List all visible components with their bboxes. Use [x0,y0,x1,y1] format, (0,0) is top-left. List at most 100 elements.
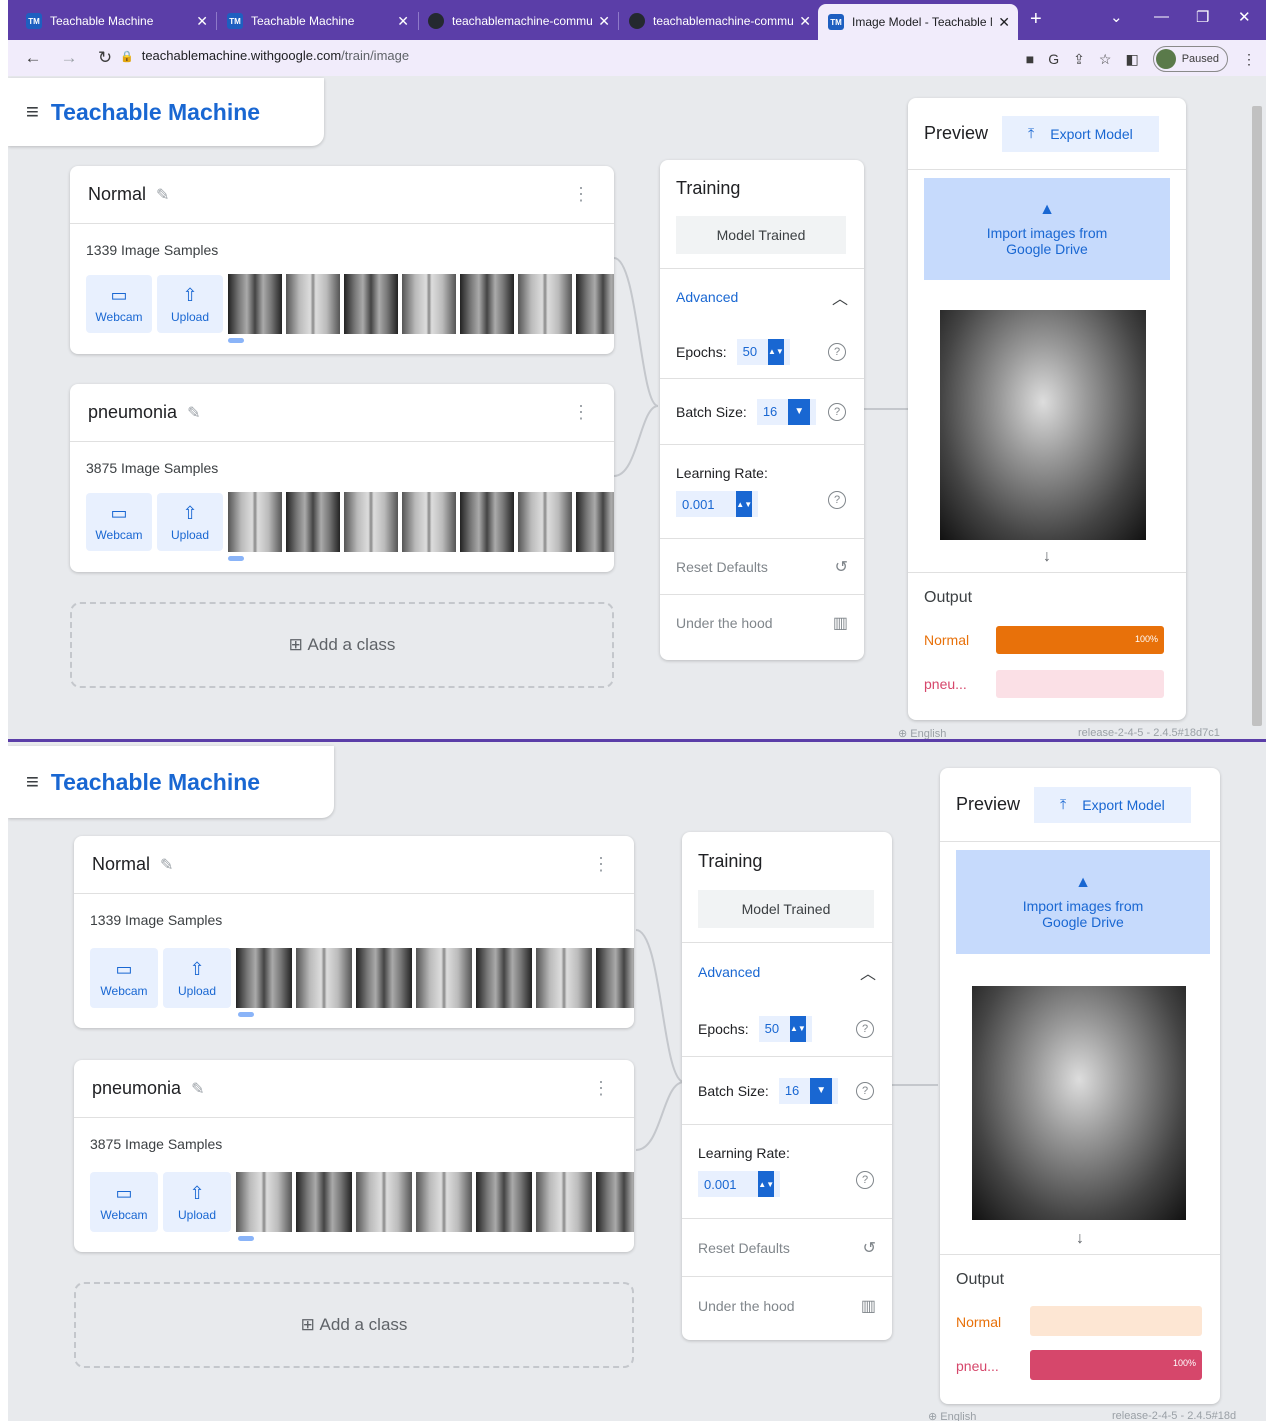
stepper-icon[interactable]: ▲▼ [758,1171,775,1197]
stepper-icon[interactable]: ▲▼ [767,338,784,365]
advanced-toggle[interactable]: Advanced ︿ [660,269,864,325]
hamburger-menu-icon[interactable]: ≡ [26,769,39,795]
forward-arrow-icon[interactable]: → [58,48,80,68]
xray-thumbnail[interactable] [576,274,614,334]
page-scrollbar[interactable] [1252,106,1262,726]
xray-thumbnail[interactable] [356,1172,412,1232]
reset-defaults-button[interactable]: Reset Defaults ↺ [660,539,864,595]
minimize-icon[interactable]: — [1154,8,1169,25]
close-tab-icon[interactable]: ✕ [397,13,409,30]
xray-thumbnail[interactable] [536,1172,592,1232]
webcam-button[interactable]: ▭ Webcam [90,948,158,1008]
class-name[interactable]: Normal [92,854,150,875]
more-options-icon[interactable]: ⋮ [592,1078,610,1099]
batch-size-select[interactable]: 16 ▼ [756,398,817,425]
train-model-button[interactable]: Model Trained [698,890,874,928]
epochs-input[interactable]: 50 ▲▼ [736,338,790,365]
xray-thumbnail[interactable] [228,274,282,334]
class-name[interactable]: pneumonia [92,1078,181,1099]
bookmark-star-icon[interactable]: ☆ [1099,51,1112,68]
xray-thumbnail[interactable] [236,1172,292,1232]
thumbnail-strip[interactable] [228,274,614,334]
xray-thumbnail[interactable] [576,492,614,552]
browser-tab[interactable]: TM Teachable Machine ✕ [16,6,216,36]
under-the-hood-button[interactable]: Under the hood ▥ [682,1277,892,1335]
add-class-button[interactable]: ⊞ Add a class [70,602,614,688]
xray-thumbnail[interactable] [518,492,572,552]
webcam-button[interactable]: ▭ Webcam [86,275,152,333]
upload-button[interactable]: ⇧ Upload [163,1172,231,1232]
more-options-icon[interactable]: ⋮ [572,184,590,205]
stepper-icon[interactable]: ▲▼ [789,1015,806,1042]
side-panel-icon[interactable]: ◧ [1125,51,1138,68]
batch-size-select[interactable]: 16 ▼ [778,1077,839,1104]
export-model-button[interactable]: ⤒ Export Model [1034,786,1191,823]
hamburger-menu-icon[interactable]: ≡ [26,99,39,125]
more-options-icon[interactable]: ⋮ [592,854,610,875]
xray-thumbnail[interactable] [536,948,592,1008]
edit-pencil-icon[interactable]: ✎ [187,403,200,423]
help-icon[interactable]: ? [828,491,846,509]
close-window-icon[interactable]: ✕ [1238,8,1251,26]
dropdown-arrow-icon[interactable]: ▼ [788,398,811,425]
xray-thumbnail[interactable] [460,274,514,334]
kebab-menu-icon[interactable]: ⋮ [1242,51,1256,68]
xray-thumbnail[interactable] [228,492,282,552]
xray-thumbnail[interactable] [286,274,340,334]
upload-button[interactable]: ⇧ Upload [163,948,231,1008]
xray-thumbnail[interactable] [460,492,514,552]
help-icon[interactable]: ? [856,1171,874,1189]
webcam-button[interactable]: ▭ Webcam [86,493,152,551]
thumbnail-scrollbar[interactable] [228,338,244,343]
reload-icon[interactable]: ↻ [94,48,116,68]
class-name[interactable]: pneumonia [88,402,177,423]
upload-button[interactable]: ⇧ Upload [157,275,223,333]
chevron-up-icon[interactable]: ︿ [860,960,876,984]
under-the-hood-button[interactable]: Under the hood ▥ [660,595,864,651]
webcam-button[interactable]: ▭ Webcam [90,1172,158,1232]
help-icon[interactable]: ? [828,402,846,421]
xray-thumbnail[interactable] [236,948,292,1008]
xray-thumbnail[interactable] [296,1172,352,1232]
new-tab-button[interactable]: + [1030,8,1042,31]
export-model-button[interactable]: ⤒ Export Model [1002,115,1159,152]
thumbnail-strip[interactable] [236,1172,634,1232]
learning-rate-input[interactable]: 0.001 ▲▼ [676,491,759,517]
browser-tab[interactable]: teachablemachine-communi ✕ [418,6,618,36]
close-tab-icon[interactable]: ✕ [998,14,1010,31]
xray-thumbnail[interactable] [476,948,532,1008]
xray-thumbnail[interactable] [286,492,340,552]
xray-thumbnail[interactable] [344,492,398,552]
import-google-drive-button[interactable]: ▲ Import images from Google Drive [956,850,1210,954]
add-class-button[interactable]: ⊞ Add a class [74,1282,634,1368]
help-icon[interactable]: ? [856,1019,874,1038]
dropdown-arrow-icon[interactable]: ▼ [810,1077,833,1104]
url-field[interactable]: 🔒 teachablemachine.withgoogle.com/train/i… [120,48,409,63]
xray-thumbnail[interactable] [416,948,472,1008]
close-tab-icon[interactable]: ✕ [196,13,208,30]
reset-defaults-button[interactable]: Reset Defaults ↺ [682,1219,892,1277]
xray-thumbnail[interactable] [402,274,456,334]
camera-icon[interactable]: ■ [1026,51,1034,67]
thumbnail-scrollbar[interactable] [238,1012,254,1017]
train-model-button[interactable]: Model Trained [676,216,846,254]
xray-thumbnail[interactable] [416,1172,472,1232]
close-tab-icon[interactable]: ✕ [799,13,811,30]
epochs-input[interactable]: 50 ▲▼ [758,1015,812,1042]
chevron-up-icon[interactable]: ︿ [832,285,848,309]
language-select[interactable]: ⊕ English [928,1410,976,1421]
browser-tab[interactable]: TM Teachable Machine ✕ [217,6,417,36]
thumbnail-scrollbar[interactable] [238,1236,254,1241]
xray-thumbnail[interactable] [402,492,456,552]
browser-tab[interactable]: teachablemachine-communi ✕ [619,6,819,36]
xray-thumbnail[interactable] [596,1172,634,1232]
xray-thumbnail[interactable] [344,274,398,334]
profile-button[interactable]: Paused [1152,46,1228,72]
edit-pencil-icon[interactable]: ✎ [191,1079,204,1099]
stepper-icon[interactable]: ▲▼ [736,491,753,517]
xray-thumbnail[interactable] [596,948,634,1008]
browser-tab-active[interactable]: TM Image Model - Teachable Ma ✕ [818,4,1018,40]
help-icon[interactable]: ? [828,342,846,361]
import-google-drive-button[interactable]: ▲ Import images from Google Drive [924,178,1170,280]
thumbnail-strip[interactable] [228,492,614,552]
